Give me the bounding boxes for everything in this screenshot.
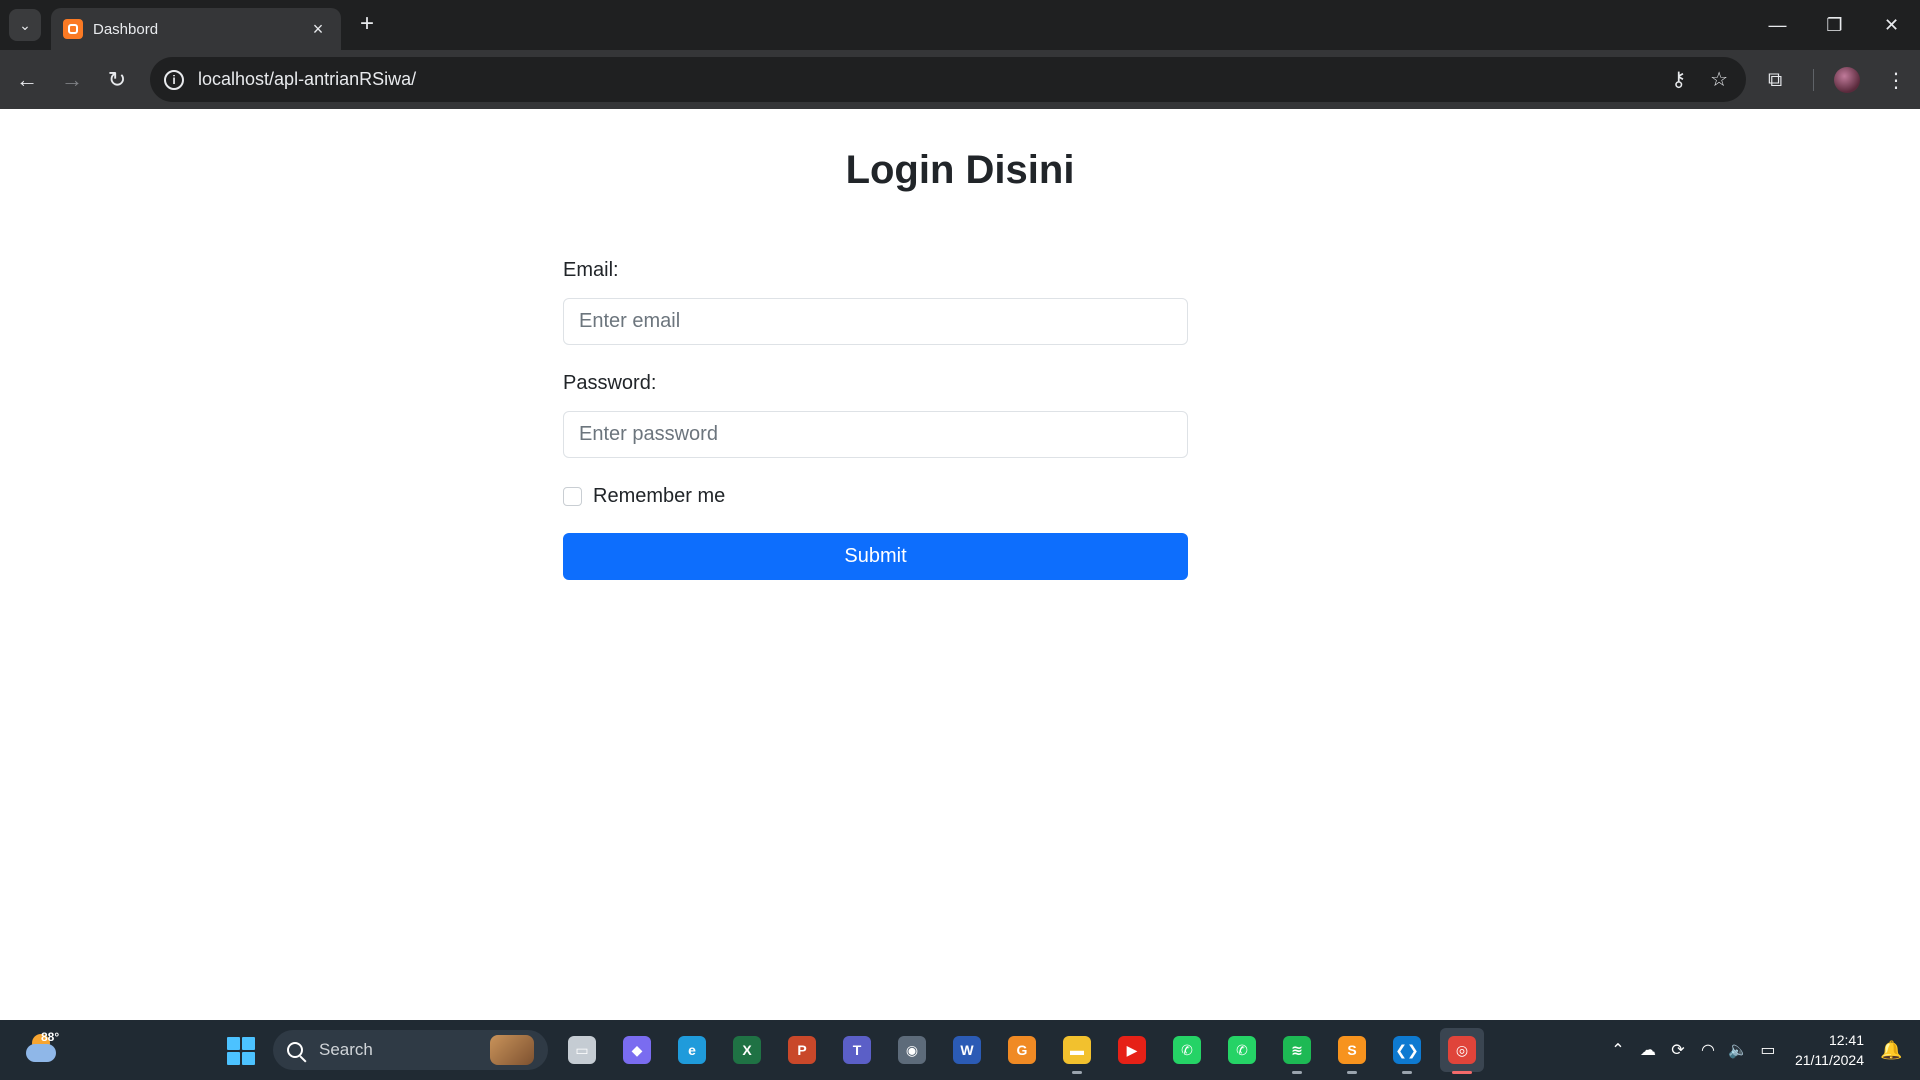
sublime-text-taskbar-button[interactable]: S: [1330, 1028, 1374, 1074]
vscode-icon: ❮❯: [1393, 1036, 1421, 1064]
notification-bell-icon[interactable]: 🔔: [1880, 1040, 1902, 1060]
new-tab-button[interactable]: +: [352, 10, 382, 40]
running-indicator: [1292, 1071, 1302, 1074]
running-indicator: [1072, 1071, 1082, 1074]
chevron-up-icon[interactable]: ⌃: [1603, 1040, 1633, 1060]
clock[interactable]: 12:41 21/11/2024: [1795, 1030, 1864, 1070]
url-text[interactable]: localhost/apl-antrianRSiwa/: [198, 69, 1671, 90]
clock-time: 12:41: [1828, 1032, 1864, 1048]
spotify-icon: ≋: [1283, 1036, 1311, 1064]
whatsapp-taskbar-button[interactable]: ✆: [1165, 1028, 1209, 1072]
copilot-icon: ◆: [623, 1036, 651, 1064]
email-label: Email:: [563, 259, 619, 281]
page-title: Login Disini: [845, 148, 1075, 192]
menu-kebab-icon[interactable]: ⋮: [1886, 63, 1906, 97]
file-manager-icon: ▭: [568, 1036, 596, 1064]
running-indicator: [1402, 1071, 1412, 1074]
running-indicator: [1452, 1071, 1472, 1074]
site-info-icon[interactable]: i: [164, 69, 184, 90]
remember-label[interactable]: Remember me: [593, 485, 725, 508]
word-taskbar-button[interactable]: W: [945, 1028, 989, 1072]
toolbar-separator: [1813, 63, 1814, 97]
close-window-icon[interactable]: ✕: [1863, 0, 1920, 50]
search-highlight-icon: [490, 1035, 534, 1065]
youtube-taskbar-button[interactable]: ▶: [1110, 1028, 1154, 1072]
password-key-icon[interactable]: ⚷: [1671, 67, 1686, 92]
whatsapp-business-taskbar-button[interactable]: ✆: [1220, 1028, 1264, 1072]
taskbar-search[interactable]: Search: [273, 1030, 548, 1070]
chrome-icon: ◎: [1448, 1036, 1476, 1064]
file-manager-taskbar-button[interactable]: ▭: [560, 1028, 604, 1072]
sublime-text-icon: S: [1338, 1036, 1366, 1064]
browser-toolbar: ← → ↻ i localhost/apl-antrianRSiwa/ ⚷ ☆ …: [0, 50, 1920, 109]
pdf-editor-icon: G: [1008, 1036, 1036, 1064]
weather-widget[interactable]: 88°: [22, 1030, 62, 1070]
remember-row: Remember me: [563, 481, 1188, 511]
remember-checkbox[interactable]: [563, 486, 582, 506]
teams-taskbar-button[interactable]: T: [835, 1028, 879, 1072]
tab-search-button[interactable]: ⌄: [9, 9, 41, 41]
windows-start-icon[interactable]: [227, 1037, 255, 1065]
taskbar: 88° Search ▭ ◆ e X P T ◉ W G ▬ ▶ ✆ ✆ ≋ S ❮❯ ◎ ⌃ ☁ ⟳ ◠ 🔈 …: [0, 1020, 1920, 1080]
powerpoint-taskbar-button[interactable]: P: [780, 1028, 824, 1072]
profile-avatar[interactable]: [1834, 63, 1860, 97]
teams-icon: T: [843, 1036, 871, 1064]
copilot-taskbar-button[interactable]: ◆: [615, 1028, 659, 1072]
system-tray: ⌃ ☁ ⟳ ◠ 🔈 ▭ 12:41 21/11/2024 🔔: [1603, 1020, 1920, 1080]
chevron-down-icon: ⌄: [19, 16, 31, 33]
restore-icon[interactable]: ❐: [1806, 0, 1863, 50]
extensions-icon[interactable]: ⧉: [1768, 63, 1782, 97]
camera-icon: ◉: [898, 1036, 926, 1064]
onedrive-icon[interactable]: ☁: [1633, 1040, 1663, 1060]
password-field[interactable]: [563, 411, 1188, 458]
edge-icon: e: [678, 1036, 706, 1064]
wifi-icon[interactable]: ◠: [1693, 1040, 1723, 1060]
powerpoint-icon: P: [788, 1036, 816, 1064]
battery-icon[interactable]: ▭: [1753, 1040, 1783, 1060]
submit-button[interactable]: Submit: [563, 533, 1188, 580]
whatsapp-icon: ✆: [1173, 1036, 1201, 1064]
running-indicator: [1347, 1071, 1357, 1074]
search-icon: [287, 1042, 303, 1058]
tab-strip: ⌄ Dashbord × + — ❐ ✕: [0, 0, 1920, 50]
tab-close-icon[interactable]: ×: [307, 19, 329, 40]
edge-taskbar-button[interactable]: e: [670, 1028, 714, 1072]
pdf-editor-taskbar-button[interactable]: G: [1000, 1028, 1044, 1072]
volume-icon[interactable]: 🔈: [1723, 1040, 1753, 1060]
forward-arrow-icon[interactable]: →: [55, 63, 89, 97]
window-controls: — ❐ ✕: [1749, 0, 1920, 50]
reload-icon[interactable]: ↻: [100, 63, 134, 97]
clock-date: 21/11/2024: [1794, 1052, 1864, 1068]
whatsapp-business-icon: ✆: [1228, 1036, 1256, 1064]
page-content: Login Disini Email: Password: Remember m…: [0, 109, 1920, 1020]
youtube-icon: ▶: [1118, 1036, 1146, 1064]
back-arrow-icon[interactable]: ←: [10, 63, 44, 97]
word-icon: W: [953, 1036, 981, 1064]
vscode-taskbar-button[interactable]: ❮❯: [1385, 1028, 1429, 1074]
sync-icon[interactable]: ⟳: [1663, 1040, 1693, 1060]
camera-taskbar-button[interactable]: ◉: [890, 1028, 934, 1072]
xampp-favicon-icon: [63, 19, 83, 39]
cloud-icon: [26, 1044, 56, 1062]
weather-temperature: 88°: [41, 1030, 60, 1044]
login-form: Email: Password: Remember me Submit: [563, 259, 1188, 580]
excel-taskbar-button[interactable]: X: [725, 1028, 769, 1072]
password-label: Password:: [563, 372, 657, 394]
address-bar[interactable]: i localhost/apl-antrianRSiwa/ ⚷ ☆: [150, 57, 1746, 102]
bookmark-star-icon[interactable]: ☆: [1710, 67, 1728, 92]
file-explorer-icon: ▬: [1063, 1036, 1091, 1064]
search-label: Search: [319, 1040, 373, 1059]
file-explorer-taskbar-button[interactable]: ▬: [1055, 1028, 1099, 1074]
minimize-icon[interactable]: —: [1749, 0, 1806, 50]
email-field[interactable]: [563, 298, 1188, 345]
browser-tab[interactable]: Dashbord ×: [51, 8, 341, 50]
chrome-taskbar-button[interactable]: ◎: [1440, 1028, 1484, 1074]
pinned-apps: ▭ ◆ e X P T ◉ W G ▬ ▶ ✆ ✆ ≋ S ❮❯ ◎: [560, 1028, 1484, 1074]
excel-icon: X: [733, 1036, 761, 1064]
tab-title: Dashbord: [93, 20, 159, 38]
spotify-taskbar-button[interactable]: ≋: [1275, 1028, 1319, 1074]
